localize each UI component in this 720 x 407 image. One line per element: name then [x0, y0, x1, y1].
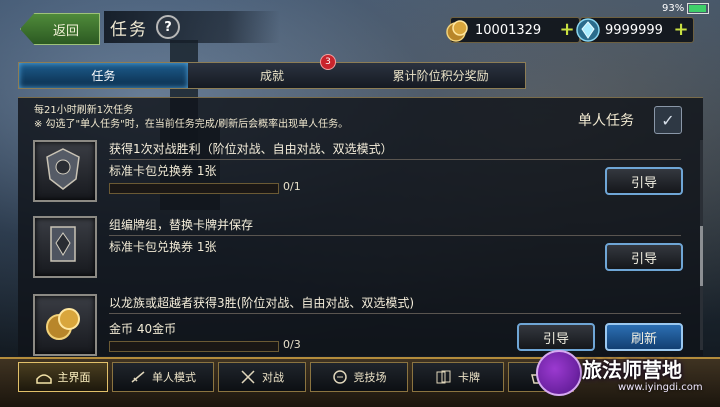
- guide-button[interactable]: 引导: [605, 243, 683, 271]
- quest-tabs: 任务 成就 累计阶位积分奖励: [18, 62, 526, 89]
- solo-quest-checkbox[interactable]: ✓: [654, 106, 682, 134]
- nav-cards[interactable]: 卡牌: [412, 362, 504, 392]
- watermark-text: 旅法师营地: [582, 358, 682, 382]
- arena-icon: [332, 370, 347, 384]
- home-icon: [35, 374, 52, 384]
- gem-currency: 9999999 +: [576, 17, 694, 43]
- tab-quests[interactable]: 任务: [19, 63, 188, 88]
- nav-label: 竞技场: [353, 371, 387, 384]
- sword-icon: [131, 371, 145, 383]
- refresh-note: 每21小时刷新1次任务 ※ 勾选了"单人任务"时，在当前任务完成/刷新后会概率出…: [34, 104, 348, 132]
- gem-amount: 9999999: [605, 22, 663, 38]
- watermark-url: www.iyingdi.com: [618, 382, 703, 393]
- quest-title: 以龙族或超越者获得3胜(阶位对战、自由对战、双选模式): [109, 296, 415, 310]
- watermark: 旅法师营地 www.iyingdi.com: [530, 348, 720, 405]
- divider: [109, 313, 681, 314]
- add-gem-button[interactable]: +: [673, 21, 689, 39]
- nav-label: 单人模式: [152, 371, 196, 384]
- crossed-swords-icon: [241, 370, 255, 384]
- nav-label: 主界面: [57, 371, 91, 384]
- refresh-button[interactable]: 刷新: [605, 323, 683, 351]
- progress-bar: [109, 183, 279, 194]
- nav-label: 卡牌: [458, 371, 480, 384]
- quest-item: 以龙族或超越者获得3胜(阶位对战、自由对战、双选模式) 金币 40金币 0/3 …: [33, 294, 683, 356]
- battle-emblem-icon: [33, 140, 97, 202]
- quest-reward: 金币 40金币: [109, 322, 177, 336]
- nav-label: 对战: [262, 371, 284, 384]
- gold-amount: 10001329: [475, 22, 542, 38]
- guide-button[interactable]: 引导: [517, 323, 595, 351]
- divider: [109, 159, 681, 160]
- solo-quest-label: 单人任务: [578, 113, 634, 129]
- solo-quest-note: ※ 勾选了"单人任务"时，在当前任务完成/刷新后会概率出现单人任务。: [34, 119, 349, 130]
- back-button[interactable]: 返回: [20, 13, 100, 45]
- quest-title: 组编牌组，替换卡牌并保存: [109, 218, 254, 232]
- quest-title: 获得1次对战胜利（阶位对战、自由对战、双选模式）: [109, 142, 393, 156]
- page-title-box: 任务 ?: [104, 11, 280, 43]
- nav-arena[interactable]: 竞技场: [310, 362, 408, 392]
- nav-solo-mode[interactable]: 单人模式: [112, 362, 214, 392]
- add-gold-button[interactable]: +: [559, 21, 575, 39]
- progress-text: 0/3: [283, 338, 301, 351]
- quest-item: 获得1次对战胜利（阶位对战、自由对战、双选模式） 标准卡包兑换券 1张 0/1 …: [33, 140, 683, 202]
- gold-coins-icon: [446, 20, 468, 42]
- quest-reward: 标准卡包兑换券 1张: [109, 240, 217, 254]
- nav-home[interactable]: 主界面: [18, 362, 108, 392]
- progress-text: 0/1: [283, 180, 301, 193]
- divider: [109, 235, 681, 236]
- help-icon[interactable]: ?: [156, 15, 180, 39]
- guide-button[interactable]: 引导: [605, 167, 683, 195]
- gold-coins-icon: [33, 294, 97, 356]
- cards-icon: [436, 370, 451, 384]
- gold-currency: 10001329 +: [446, 17, 580, 43]
- checkmark-icon: ✓: [661, 110, 675, 130]
- quest-reward: 标准卡包兑换券 1张: [109, 164, 217, 178]
- scrollbar-thumb[interactable]: [700, 226, 703, 286]
- refresh-interval-text: 每21小时刷新1次任务: [34, 105, 134, 116]
- quest-item: 组编牌组，替换卡牌并保存 标准卡包兑换券 1张 引导: [33, 216, 683, 278]
- crystal-icon: [576, 18, 600, 42]
- deck-emblem-icon: [33, 216, 97, 278]
- nav-battle[interactable]: 对战: [218, 362, 306, 392]
- progress-bar: [109, 341, 279, 352]
- page-title: 任务: [110, 19, 148, 40]
- battery-icon: [687, 3, 710, 14]
- battery-indicator: 93%: [662, 3, 710, 14]
- watermark-logo-icon: [536, 350, 582, 396]
- battery-percent: 93: [662, 3, 675, 14]
- tab-rank-rewards[interactable]: 累计阶位积分奖励: [356, 63, 525, 88]
- notification-badge: 3: [320, 54, 336, 70]
